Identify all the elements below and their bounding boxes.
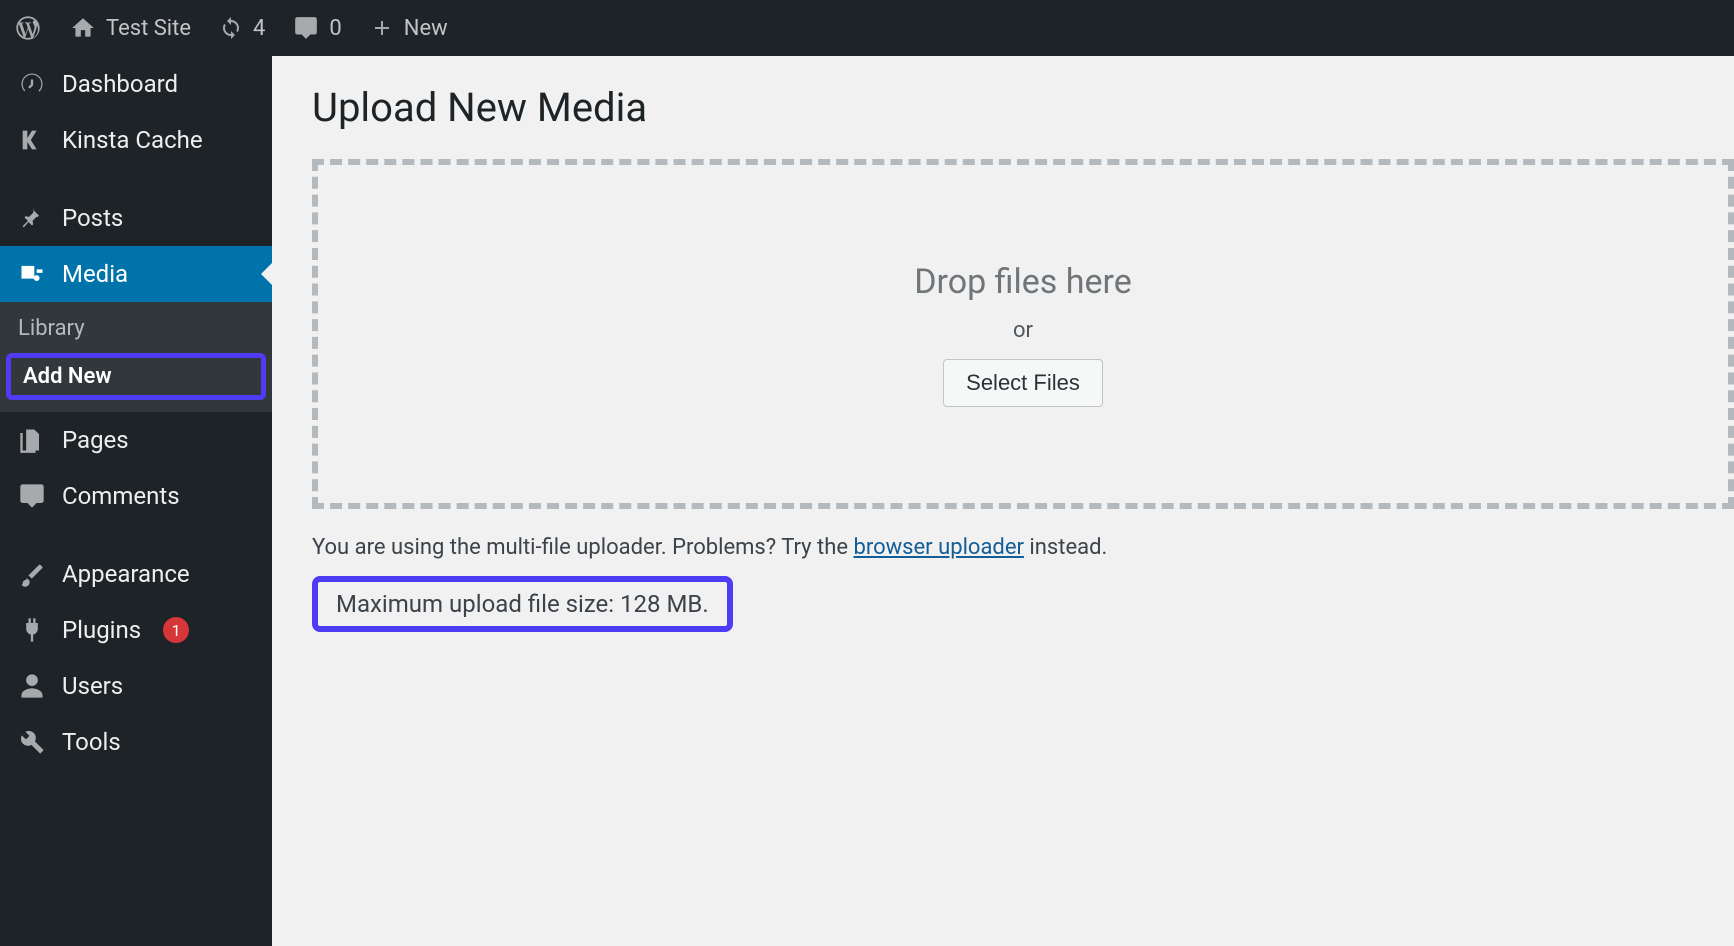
main-content: Upload New Media Drop files here or Sele… (272, 56, 1734, 946)
comments-icon (18, 482, 46, 510)
sidebar-item-dashboard[interactable]: Dashboard (0, 56, 272, 112)
sidebar-item-appearance[interactable]: Appearance (0, 546, 272, 602)
sidebar-item-media[interactable]: Media (0, 246, 272, 302)
sidebar-item-tools[interactable]: Tools (0, 714, 272, 770)
comments-link[interactable]: 0 (279, 0, 355, 56)
plus-icon (370, 16, 394, 40)
kinsta-icon (18, 126, 46, 154)
browser-uploader-link[interactable]: browser uploader (853, 535, 1023, 560)
admin-sidebar: Dashboard Kinsta Cache Posts Media Libra… (0, 56, 272, 946)
submenu-item-library[interactable]: Library (0, 306, 272, 351)
plug-icon (18, 616, 46, 644)
plugins-update-badge: 1 (163, 617, 189, 643)
sidebar-label: Pages (62, 426, 129, 454)
wrench-icon (18, 728, 46, 756)
home-icon (70, 15, 96, 41)
sidebar-label: Dashboard (62, 70, 178, 98)
media-submenu: Library Add New (0, 302, 272, 412)
note-suffix: instead. (1024, 535, 1107, 560)
uploader-note: You are using the multi-file uploader. P… (312, 535, 1734, 560)
pin-icon (18, 204, 46, 232)
dropzone-title: Drop files here (914, 262, 1132, 302)
site-name-link[interactable]: Test Site (56, 0, 205, 56)
updates-link[interactable]: 4 (205, 0, 279, 56)
comment-icon (293, 15, 319, 41)
sidebar-label: Comments (62, 482, 180, 510)
select-files-button[interactable]: Select Files (943, 359, 1103, 407)
new-content-link[interactable]: New (356, 0, 462, 56)
adminbar-updates-count: 4 (253, 16, 265, 41)
sidebar-item-pages[interactable]: Pages (0, 412, 272, 468)
user-icon (18, 672, 46, 700)
sidebar-label: Posts (62, 204, 123, 232)
page-title: Upload New Media (312, 84, 1734, 131)
sidebar-item-kinsta[interactable]: Kinsta Cache (0, 112, 272, 168)
adminbar-comments-count: 0 (329, 16, 341, 41)
note-prefix: You are using the multi-file uploader. P… (312, 535, 853, 560)
dashboard-icon (18, 70, 46, 98)
sidebar-label: Tools (62, 728, 121, 756)
refresh-icon (219, 16, 243, 40)
sidebar-label: Kinsta Cache (62, 126, 203, 154)
sidebar-item-plugins[interactable]: Plugins 1 (0, 602, 272, 658)
sidebar-item-users[interactable]: Users (0, 658, 272, 714)
brush-icon (18, 560, 46, 588)
sidebar-label: Plugins (62, 616, 141, 644)
sidebar-item-comments[interactable]: Comments (0, 468, 272, 524)
adminbar-new-label: New (404, 16, 448, 41)
upload-dropzone[interactable]: Drop files here or Select Files (312, 159, 1734, 509)
dropzone-or: or (1013, 318, 1033, 343)
pages-icon (18, 426, 46, 454)
adminbar-site-name: Test Site (106, 16, 191, 41)
sidebar-label: Media (62, 260, 128, 288)
wp-logo[interactable] (0, 0, 56, 56)
sidebar-label: Users (62, 672, 123, 700)
submenu-item-add-new[interactable]: Add New (6, 353, 266, 400)
media-icon (18, 260, 46, 288)
sidebar-item-posts[interactable]: Posts (0, 190, 272, 246)
sidebar-label: Appearance (62, 560, 190, 588)
max-upload-size: Maximum upload file size: 128 MB. (312, 576, 733, 632)
current-arrow-icon (261, 262, 273, 286)
